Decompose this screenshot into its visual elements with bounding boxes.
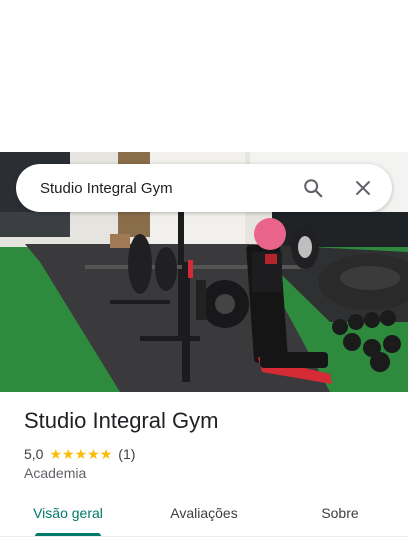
- tab-overview[interactable]: Visão geral: [0, 496, 136, 536]
- star-icon: ★: [74, 446, 88, 462]
- search-input[interactable]: Studio Integral Gym: [16, 180, 292, 197]
- star-icon: ★: [49, 446, 63, 462]
- star-icon: ★: [62, 446, 75, 462]
- search-bar[interactable]: Studio Integral Gym: [16, 164, 392, 212]
- place-tabs: Visão geral Avaliações Sobre: [0, 496, 408, 536]
- close-icon[interactable]: [342, 167, 384, 209]
- rating-value: 5,0: [24, 446, 44, 462]
- star-icon: ★: [99, 446, 113, 462]
- place-category: Academia: [24, 465, 87, 481]
- rating-row[interactable]: 5,0 ★ ★ ★ ★ ★ (1): [24, 445, 135, 463]
- tab-about[interactable]: Sobre: [272, 496, 408, 536]
- tabs-divider: [0, 536, 408, 537]
- place-screen: Studio Integral Gym Studio Integral Gym …: [0, 0, 408, 544]
- place-title: Studio Integral Gym: [24, 408, 219, 433]
- star-icon: ★: [87, 446, 100, 462]
- star-rating: ★ ★ ★ ★ ★: [49, 447, 112, 461]
- review-count[interactable]: (1): [118, 446, 135, 462]
- search-icon[interactable]: [292, 167, 334, 209]
- tab-reviews[interactable]: Avaliações: [136, 496, 272, 536]
